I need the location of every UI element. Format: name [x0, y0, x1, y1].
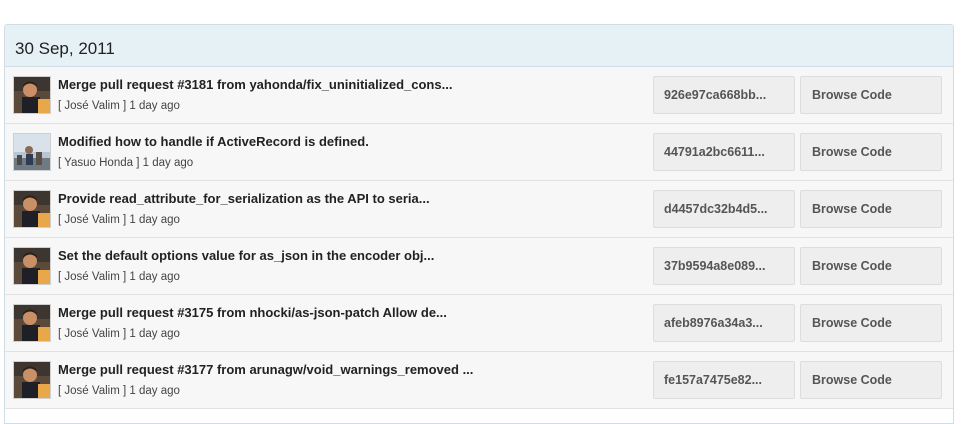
author-avatar[interactable] [13, 76, 51, 114]
commit-sha[interactable]: d4457dc32b4d5... [653, 190, 795, 228]
commit-time: 1 day ago [129, 214, 180, 226]
commit-row: Modified how to handle if ActiveRecord i… [5, 124, 953, 181]
commit-author[interactable]: [ José Valim ] [58, 271, 126, 283]
commit-author[interactable]: [ Yasuo Honda ] [58, 157, 139, 169]
date-header: 30 Sep, 2011 [5, 25, 953, 67]
commit-message[interactable]: Merge pull request #3181 from yahonda/fi… [58, 77, 452, 93]
commit-meta: [ Yasuo Honda ] 1 day ago [58, 156, 193, 170]
browse-code-button[interactable]: Browse Code [800, 247, 942, 285]
commit-meta: [ José Valim ] 1 day ago [58, 99, 180, 113]
author-avatar[interactable] [13, 361, 51, 399]
commit-row: Provide read_attribute_for_serialization… [5, 181, 953, 238]
commit-sha[interactable]: fe157a7475e82... [653, 361, 795, 399]
commit-message[interactable]: Provide read_attribute_for_serialization… [58, 191, 430, 207]
commit-row: Merge pull request #3175 from nhocki/as-… [5, 295, 953, 352]
author-avatar[interactable] [13, 133, 51, 171]
commit-message[interactable]: Set the default options value for as_jso… [58, 248, 434, 264]
commit-list: Merge pull request #3181 from yahonda/fi… [5, 67, 953, 409]
commit-time: 1 day ago [129, 100, 180, 112]
commit-message[interactable]: Merge pull request #3177 from arunagw/vo… [58, 362, 473, 378]
commit-author[interactable]: [ José Valim ] [58, 214, 126, 226]
commit-time: 1 day ago [129, 328, 180, 340]
commit-time: 1 day ago [129, 385, 180, 397]
author-avatar[interactable] [13, 304, 51, 342]
commit-meta: [ José Valim ] 1 day ago [58, 270, 180, 284]
commit-row: Merge pull request #3181 from yahonda/fi… [5, 67, 953, 124]
commits-panel: 30 Sep, 2011 Merge pull request #3181 fr… [4, 24, 954, 424]
browse-code-button[interactable]: Browse Code [800, 304, 942, 342]
commit-meta: [ José Valim ] 1 day ago [58, 327, 180, 341]
commit-time: 1 day ago [129, 271, 180, 283]
commit-message[interactable]: Modified how to handle if ActiveRecord i… [58, 134, 369, 150]
commit-meta: [ José Valim ] 1 day ago [58, 384, 180, 398]
author-avatar[interactable] [13, 247, 51, 285]
commit-row: Merge pull request #3177 from arunagw/vo… [5, 352, 953, 409]
commit-author[interactable]: [ José Valim ] [58, 328, 126, 340]
browse-code-button[interactable]: Browse Code [800, 190, 942, 228]
browse-code-button[interactable]: Browse Code [800, 133, 942, 171]
commit-sha[interactable]: afeb8976a34a3... [653, 304, 795, 342]
commit-row: Set the default options value for as_jso… [5, 238, 953, 295]
commit-sha[interactable]: 37b9594a8e089... [653, 247, 795, 285]
commit-meta: [ José Valim ] 1 day ago [58, 213, 180, 227]
commit-time: 1 day ago [142, 157, 194, 169]
author-avatar[interactable] [13, 190, 51, 228]
commit-author[interactable]: [ José Valim ] [58, 385, 126, 397]
browse-code-button[interactable]: Browse Code [800, 76, 942, 114]
browse-code-button[interactable]: Browse Code [800, 361, 942, 399]
commit-sha[interactable]: 44791a2bc6611... [653, 133, 795, 171]
commit-sha[interactable]: 926e97ca668bb... [653, 76, 795, 114]
commit-message[interactable]: Merge pull request #3175 from nhocki/as-… [58, 305, 447, 321]
commit-author[interactable]: [ José Valim ] [58, 100, 126, 112]
